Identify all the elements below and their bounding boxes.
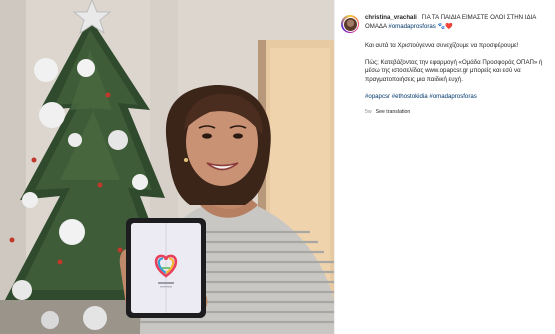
avatar[interactable] [341, 15, 359, 33]
post-photo[interactable] [0, 0, 334, 334]
hashtag-omadaprosforas[interactable]: #omadaprosforas [388, 23, 435, 30]
post-caption: christina_vrachali ΓΙΑ ΤΑ ΠΑΙΔΙΑ ΕΙΜΑΣΤΕ… [341, 14, 547, 33]
see-translation-link[interactable]: See translation [376, 108, 411, 117]
avatar-image [342, 16, 358, 32]
caption-meta: 5w See translation [365, 108, 547, 117]
caption-paragraph-1: Και αυτά τα Χριστούγεννα συνεχίζουμε να … [365, 41, 519, 49]
caption-text: christina_vrachali ΓΙΑ ΤΑ ΠΑΙΔΙΑ ΕΙΜΑΣΤΕ… [365, 14, 547, 31]
caption-hashtags[interactable]: #opapcsr #ethostokidia #omadaprosforas [365, 93, 547, 102]
phone-device [126, 218, 206, 318]
post-side-panel: christina_vrachali ΓΙΑ ΤΑ ΠΑΙΔΙΑ ΕΙΜΑΣΤΕ… [334, 0, 555, 334]
caption-body: Και αυτά τα Χριστούγεννα συνεχίζουμε να … [341, 42, 547, 117]
caption-paragraph-2: Πώς; Κατεβάζοντας την εφαρμογή «Ομάδα Πρ… [365, 58, 543, 83]
username-link[interactable]: christina_vrachali [365, 14, 417, 21]
christmas-photo-illustration [0, 0, 334, 334]
caption-emoji: 🐾❤️ [437, 22, 453, 30]
post-time-ago: 5w [365, 108, 372, 115]
